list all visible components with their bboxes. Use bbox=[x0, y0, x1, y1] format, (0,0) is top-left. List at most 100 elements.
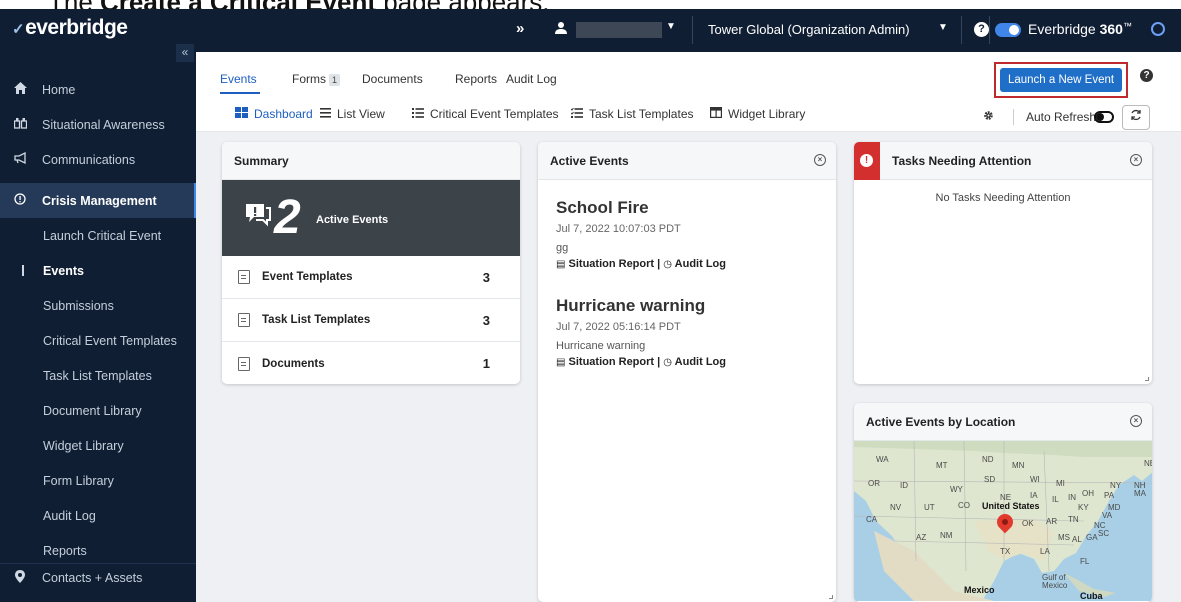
close-icon[interactable]: × bbox=[1130, 154, 1142, 166]
alert-icon: ! bbox=[860, 154, 873, 167]
sidebar-item-launch-critical-event[interactable]: Launch Critical Event bbox=[0, 218, 196, 253]
resize-handle[interactable] bbox=[829, 595, 833, 599]
sidebar: ✓everbridge « Home Situational Awareness… bbox=[0, 8, 196, 602]
location-panel: Active Events by Location × WA MT ND MN … bbox=[854, 403, 1152, 602]
top-bar: » ▼ Tower Global (Organization Admin) ▼ … bbox=[196, 8, 1181, 52]
event-links: ▤ Situation Report | ◷ Audit Log bbox=[556, 258, 726, 270]
tasks-panel: ! Tasks Needing Attention × No Tasks Nee… bbox=[854, 142, 1152, 384]
events-map[interactable]: WA MT ND MN NB OR ID WY SD WI MI NY NH M… bbox=[854, 441, 1152, 601]
everbridge-360-label: Everbridge 360™ bbox=[1028, 21, 1132, 37]
event-school-fire[interactable]: School Fire Jul 7, 2022 10:07:03 PDT gg … bbox=[556, 198, 726, 270]
event-title[interactable]: Hurricane warning bbox=[556, 296, 726, 316]
task-list-templates-count: 3 bbox=[482, 312, 490, 328]
event-links: ▤ Situation Report | ◷ Audit Log bbox=[556, 356, 726, 368]
map-label-cuba: Cuba bbox=[1080, 591, 1103, 601]
help-icon[interactable]: ? bbox=[974, 22, 989, 37]
tab-documents[interactable]: Documents bbox=[362, 72, 423, 86]
collapse-sidebar-button[interactable]: « bbox=[176, 44, 194, 62]
organization-selector[interactable]: Tower Global (Organization Admin) bbox=[708, 22, 910, 37]
active-events-banner[interactable]: 2 Active Events bbox=[222, 180, 520, 256]
sidebar-item-crisis-management[interactable]: Crisis Management bbox=[0, 183, 196, 218]
event-title[interactable]: School Fire bbox=[556, 198, 726, 218]
sidebar-item-submissions[interactable]: Submissions bbox=[0, 288, 196, 323]
location-pin-icon bbox=[12, 569, 28, 586]
summary-panel: Summary 2 Active Events Event Templates … bbox=[222, 142, 520, 384]
tab-forms[interactable]: Forms 1 bbox=[292, 72, 341, 86]
home-icon bbox=[12, 82, 28, 97]
chevron-down-icon[interactable]: ▼ bbox=[666, 21, 676, 32]
summary-row-task-list-templates[interactable]: Task List Templates 3 bbox=[222, 299, 520, 342]
subtab-task-list-templates[interactable]: Task List Templates bbox=[570, 107, 694, 121]
tasks-title: ! Tasks Needing Attention × bbox=[854, 142, 1152, 180]
caption: The Create a Critical Event page appears… bbox=[0, 0, 1181, 9]
summary-row-event-templates[interactable]: Event Templates 3 bbox=[222, 256, 520, 299]
active-events-title: Active Events × bbox=[538, 142, 836, 180]
summary-row-documents[interactable]: Documents 1 bbox=[222, 342, 520, 384]
close-icon[interactable]: × bbox=[1130, 415, 1142, 427]
location-title: Active Events by Location × bbox=[854, 403, 1152, 441]
refresh-icon bbox=[1131, 109, 1141, 121]
subtab-widget-library[interactable]: Widget Library bbox=[710, 107, 805, 121]
close-icon[interactable]: × bbox=[814, 154, 826, 166]
active-events-count: 2 bbox=[274, 191, 301, 244]
document-icon bbox=[238, 270, 250, 284]
sidebar-item-communications[interactable]: Communications bbox=[0, 142, 196, 177]
situation-report-link[interactable]: Situation Report | bbox=[569, 258, 664, 270]
list-bullets-icon bbox=[412, 107, 424, 121]
sidebar-item-form-library[interactable]: Form Library bbox=[0, 463, 196, 498]
map-label-mexico: Mexico bbox=[964, 585, 995, 595]
sidebar-item-document-library[interactable]: Document Library bbox=[0, 393, 196, 428]
sidebar-item-situational-awareness[interactable]: Situational Awareness bbox=[0, 107, 196, 142]
event-hurricane-warning[interactable]: Hurricane warning Jul 7, 2022 05:16:14 P… bbox=[556, 296, 726, 368]
sidebar-item-events[interactable]: Events bbox=[0, 253, 196, 288]
sidebar-item-task-list-templates[interactable]: Task List Templates bbox=[0, 358, 196, 393]
app-switcher-icon[interactable] bbox=[1151, 22, 1165, 36]
resize-handle[interactable] bbox=[1145, 377, 1149, 381]
divider bbox=[1013, 109, 1014, 125]
subtab-list-view[interactable]: List View bbox=[320, 107, 385, 121]
alert-strip: ! bbox=[854, 142, 880, 180]
audit-log-link[interactable]: Audit Log bbox=[675, 258, 726, 270]
sidebar-item-audit-log[interactable]: Audit Log bbox=[0, 498, 196, 533]
launch-new-event-button[interactable]: Launch a New Event bbox=[1000, 68, 1122, 92]
subtab-dashboard[interactable]: Dashboard bbox=[235, 107, 313, 121]
auto-refresh-toggle[interactable] bbox=[1094, 111, 1114, 123]
everbridge-360-toggle[interactable] bbox=[995, 23, 1021, 37]
everbridge-logo[interactable]: ✓everbridge bbox=[12, 16, 128, 40]
active-indicator bbox=[22, 265, 24, 276]
auto-refresh-label: Auto Refresh bbox=[1026, 110, 1097, 124]
expand-icon[interactable]: » bbox=[516, 20, 524, 37]
sidebar-item-critical-event-templates[interactable]: Critical Event Templates bbox=[0, 323, 196, 358]
situation-report-link[interactable]: Situation Report | bbox=[569, 356, 664, 368]
gear-icon[interactable] bbox=[983, 110, 994, 124]
subtab-critical-event-templates[interactable]: Critical Event Templates bbox=[412, 107, 559, 121]
event-date: Jul 7, 2022 05:16:14 PDT bbox=[556, 321, 681, 333]
sidebar-item-widget-library[interactable]: Widget Library bbox=[0, 428, 196, 463]
user-name-redacted[interactable] bbox=[576, 22, 662, 38]
alert-circle-icon bbox=[12, 193, 28, 208]
chat-alert-icon bbox=[244, 202, 272, 235]
report-icon: ▤ bbox=[556, 357, 566, 368]
event-description: gg bbox=[556, 242, 569, 254]
sidebar-item-home[interactable]: Home bbox=[0, 72, 196, 107]
megaphone-icon bbox=[12, 151, 28, 167]
help-icon[interactable]: ? bbox=[1140, 69, 1153, 82]
audit-log-link[interactable]: Audit Log bbox=[675, 356, 726, 368]
clock-icon: ◷ bbox=[663, 357, 672, 368]
refresh-button[interactable] bbox=[1122, 105, 1150, 130]
tab-audit-log[interactable]: Audit Log bbox=[506, 72, 557, 86]
user-icon[interactable] bbox=[554, 21, 570, 37]
sidebar-item-contacts-assets[interactable]: Contacts + Assets bbox=[0, 560, 196, 595]
chevron-down-icon[interactable]: ▼ bbox=[938, 22, 948, 33]
widget-icon bbox=[710, 107, 723, 121]
event-templates-count: 3 bbox=[482, 269, 490, 285]
tab-events[interactable]: Events bbox=[220, 72, 257, 86]
content-header: Events Forms 1 Documents Reports Audit Lo… bbox=[196, 52, 1181, 132]
divider bbox=[692, 16, 693, 44]
dashboard-icon bbox=[235, 107, 248, 121]
active-events-label: Active Events bbox=[316, 214, 389, 226]
caption-bold: Create a Critical Event bbox=[100, 0, 376, 9]
caption-suffix: page appears. bbox=[376, 0, 549, 9]
tab-reports[interactable]: Reports bbox=[455, 72, 497, 86]
caption-prefix: The bbox=[48, 0, 100, 9]
